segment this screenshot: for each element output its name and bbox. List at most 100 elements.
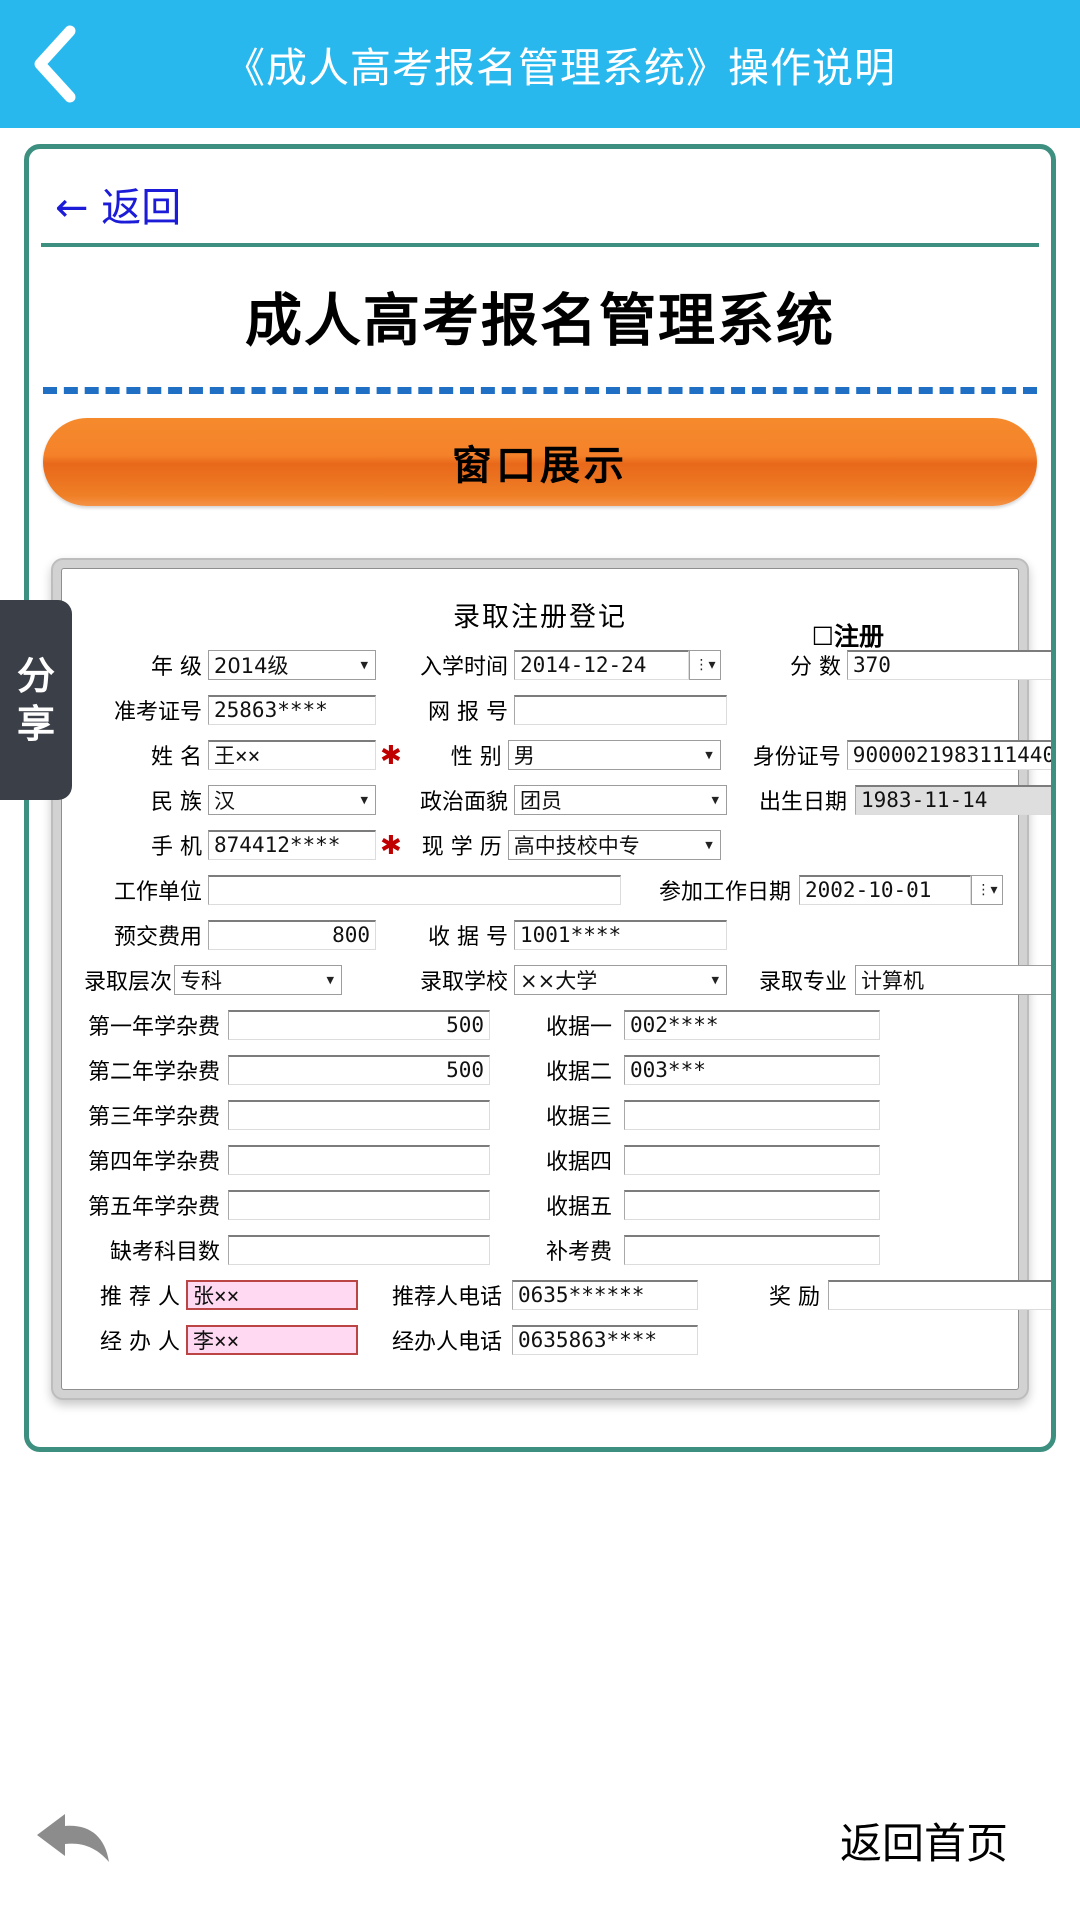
field-label: 奖 励 xyxy=(769,1284,820,1310)
fee-year3-input[interactable] xyxy=(228,1099,490,1130)
education-select[interactable]: 高中技校中专 ▾ xyxy=(507,829,721,860)
form-row: 经 办 人 李×× 经办人电话 0635863**** xyxy=(84,1322,996,1357)
calendar-dropdown-icon[interactable]: ⋮▾ xyxy=(971,874,1003,905)
field-label: 收据五 xyxy=(545,1194,612,1220)
return-link[interactable]: ← 返回 xyxy=(55,185,181,231)
field-label: 网 报 号 xyxy=(428,699,508,725)
chevron-down-icon: ▾ xyxy=(711,970,719,988)
admission-major-value: 计算机 xyxy=(861,968,924,993)
gender-select[interactable]: 男 ▾ xyxy=(507,739,721,770)
chevron-down-icon: ▾ xyxy=(705,835,713,853)
field-label: 民 族 xyxy=(151,789,202,815)
field-label: 分 数 xyxy=(790,654,841,680)
work-unit-input[interactable] xyxy=(208,874,621,905)
receipt5-input[interactable] xyxy=(624,1189,880,1220)
award-input[interactable] xyxy=(828,1279,1051,1310)
field-label: 录取专业 xyxy=(758,969,847,995)
fee-year1-input[interactable]: 500 xyxy=(228,1009,490,1040)
birth-date-value: 1983-11-14 xyxy=(855,784,1051,815)
admission-school-select[interactable]: ××大学 ▾ xyxy=(514,964,727,995)
form-row: 推 荐 人 张×× 推荐人电话 0635****** 奖 励 xyxy=(84,1277,1051,1312)
enroll-date-value: 2014-12-24 xyxy=(514,649,689,680)
form-row: 工作单位 参加工作日期 2002-10-01 ⋮▾ xyxy=(84,872,1003,907)
prepay-input[interactable]: 800 xyxy=(208,919,376,950)
form-row: 第二年学杂费 500 收据二 003*** xyxy=(84,1052,996,1087)
birth-date-picker[interactable]: 1983-11-14 ⋮▾ xyxy=(855,784,1051,815)
form-row: 预交费用 800 收 据 号 1001**** xyxy=(84,917,996,952)
field-label: 经 办 人 xyxy=(100,1329,180,1355)
field-label: 第一年学杂费 xyxy=(87,1014,220,1040)
receipt4-input[interactable] xyxy=(624,1144,880,1175)
grade-select[interactable]: 2014级 ▾ xyxy=(208,649,376,680)
referrer-phone-input[interactable]: 0635****** xyxy=(512,1279,698,1310)
window-display-button[interactable]: 窗口展示 xyxy=(43,418,1037,506)
form-row: 姓 名 王×× ✱ 性 别 男 ▾ 身份证号 9000021983111440 xyxy=(84,737,1051,772)
share-tab-line2: 享 xyxy=(16,702,55,746)
admission-level-select[interactable]: 专科 ▾ xyxy=(174,964,342,995)
field-label: 收据二 xyxy=(545,1059,612,1085)
field-label: 第三年学杂费 xyxy=(87,1104,220,1130)
calendar-dropdown-icon[interactable]: ⋮▾ xyxy=(689,649,721,680)
missed-subjects-input[interactable] xyxy=(228,1234,490,1265)
chevron-down-icon: ▾ xyxy=(711,790,719,808)
share-tab[interactable]: 分 享 xyxy=(0,600,72,800)
fee-year2-input[interactable]: 500 xyxy=(228,1054,490,1085)
bottom-back-button[interactable] xyxy=(0,1808,150,1873)
form1-window: 录取注册登记 ☐注册 年 级 2014级 ▾ 入学时间 2014-12-24 ⋮… xyxy=(61,568,1051,1390)
political-status-select[interactable]: 团员 ▾ xyxy=(514,784,727,815)
window-display-label: 窗口展示 xyxy=(452,443,628,489)
field-label: 工作单位 xyxy=(113,879,202,905)
receipt2-input[interactable]: 003*** xyxy=(624,1054,880,1085)
receipt-no-input[interactable]: 1001**** xyxy=(514,919,727,950)
gender-select-value: 男 xyxy=(513,743,535,768)
enroll-date-picker[interactable]: 2014-12-24 ⋮▾ xyxy=(514,649,721,680)
field-label: 出生日期 xyxy=(758,789,847,815)
ethnicity-select[interactable]: 汉 ▾ xyxy=(208,784,376,815)
form-row: 手 机 874412**** ✱ 现 学 历 高中技校中专 ▾ xyxy=(84,827,996,862)
makeup-fee-input[interactable] xyxy=(624,1234,880,1265)
score-input[interactable]: 370 xyxy=(847,649,1051,680)
form-screenshot-1: 录取注册登记 ☐注册 年 级 2014级 ▾ 入学时间 2014-12-24 ⋮… xyxy=(51,558,1051,1400)
form-row: 第五年学杂费 收据五 xyxy=(84,1187,996,1222)
receipt1-input[interactable]: 002**** xyxy=(624,1009,880,1040)
political-status-value: 团员 xyxy=(520,788,562,813)
header-title: 《成人高考报名管理系统》操作说明 xyxy=(224,45,896,91)
web-no-input[interactable] xyxy=(514,694,727,725)
field-label: 现 学 历 xyxy=(421,834,502,860)
page-root: 《成人高考报名管理系统》操作说明 ← 返回 成人高考报名管理系统 窗口展示 录取… xyxy=(0,0,1080,1920)
field-label: 录取层次 xyxy=(84,969,173,995)
share-tab-line1: 分 xyxy=(16,654,55,698)
id-card-input[interactable]: 900002198311144000 xyxy=(846,739,1051,770)
mobile-input[interactable]: 874412**** xyxy=(208,829,376,860)
exam-no-input[interactable]: 25863**** xyxy=(208,694,376,725)
referrer-input[interactable]: 张×× xyxy=(186,1279,358,1310)
form-row: 录取层次 专科 ▾ 录取学校 ××大学 ▾ 录取专业 计算机 xyxy=(84,962,1051,997)
field-label: 收据四 xyxy=(545,1149,612,1175)
form-row: 民 族 汉 ▾ 政治面貌 团员 ▾ 出生日期 1983-11-14 xyxy=(84,782,1051,817)
header-back-button[interactable] xyxy=(0,0,110,128)
field-label: 第四年学杂费 xyxy=(87,1149,220,1175)
field-label: 第五年学杂费 xyxy=(87,1194,220,1220)
form-row: 准考证号 25863**** 网 报 号 xyxy=(84,692,996,727)
handler-input[interactable]: 李×× xyxy=(186,1324,358,1355)
admission-major-select[interactable]: 计算机 ▾ xyxy=(855,964,1051,995)
home-link[interactable]: 返回首页 xyxy=(840,1810,1080,1871)
field-label: 第二年学杂费 xyxy=(87,1059,220,1085)
fee-year4-input[interactable] xyxy=(228,1144,490,1175)
form-row: 第四年学杂费 收据四 xyxy=(84,1142,996,1177)
receipt3-input[interactable] xyxy=(624,1099,880,1130)
field-label: 推荐人电话 xyxy=(391,1284,502,1310)
app-header: 《成人高考报名管理系统》操作说明 xyxy=(0,0,1080,128)
fee-year5-input[interactable] xyxy=(228,1189,490,1220)
work-date-picker[interactable]: 2002-10-01 ⋮▾ xyxy=(799,874,1003,905)
field-label: 经办人电话 xyxy=(391,1329,502,1355)
education-select-value: 高中技校中专 xyxy=(513,833,640,858)
name-input[interactable]: 王×× xyxy=(208,739,376,770)
field-label: 参加工作日期 xyxy=(658,879,791,905)
handler-phone-input[interactable]: 0635863**** xyxy=(512,1324,698,1355)
chevron-down-icon: ▾ xyxy=(705,745,713,763)
register-checkbox[interactable]: ☐注册 xyxy=(812,617,884,653)
form-row: 第三年学杂费 收据三 xyxy=(84,1097,996,1132)
reply-arrow-icon xyxy=(35,1808,115,1873)
admission-level-value: 专科 xyxy=(180,968,222,993)
